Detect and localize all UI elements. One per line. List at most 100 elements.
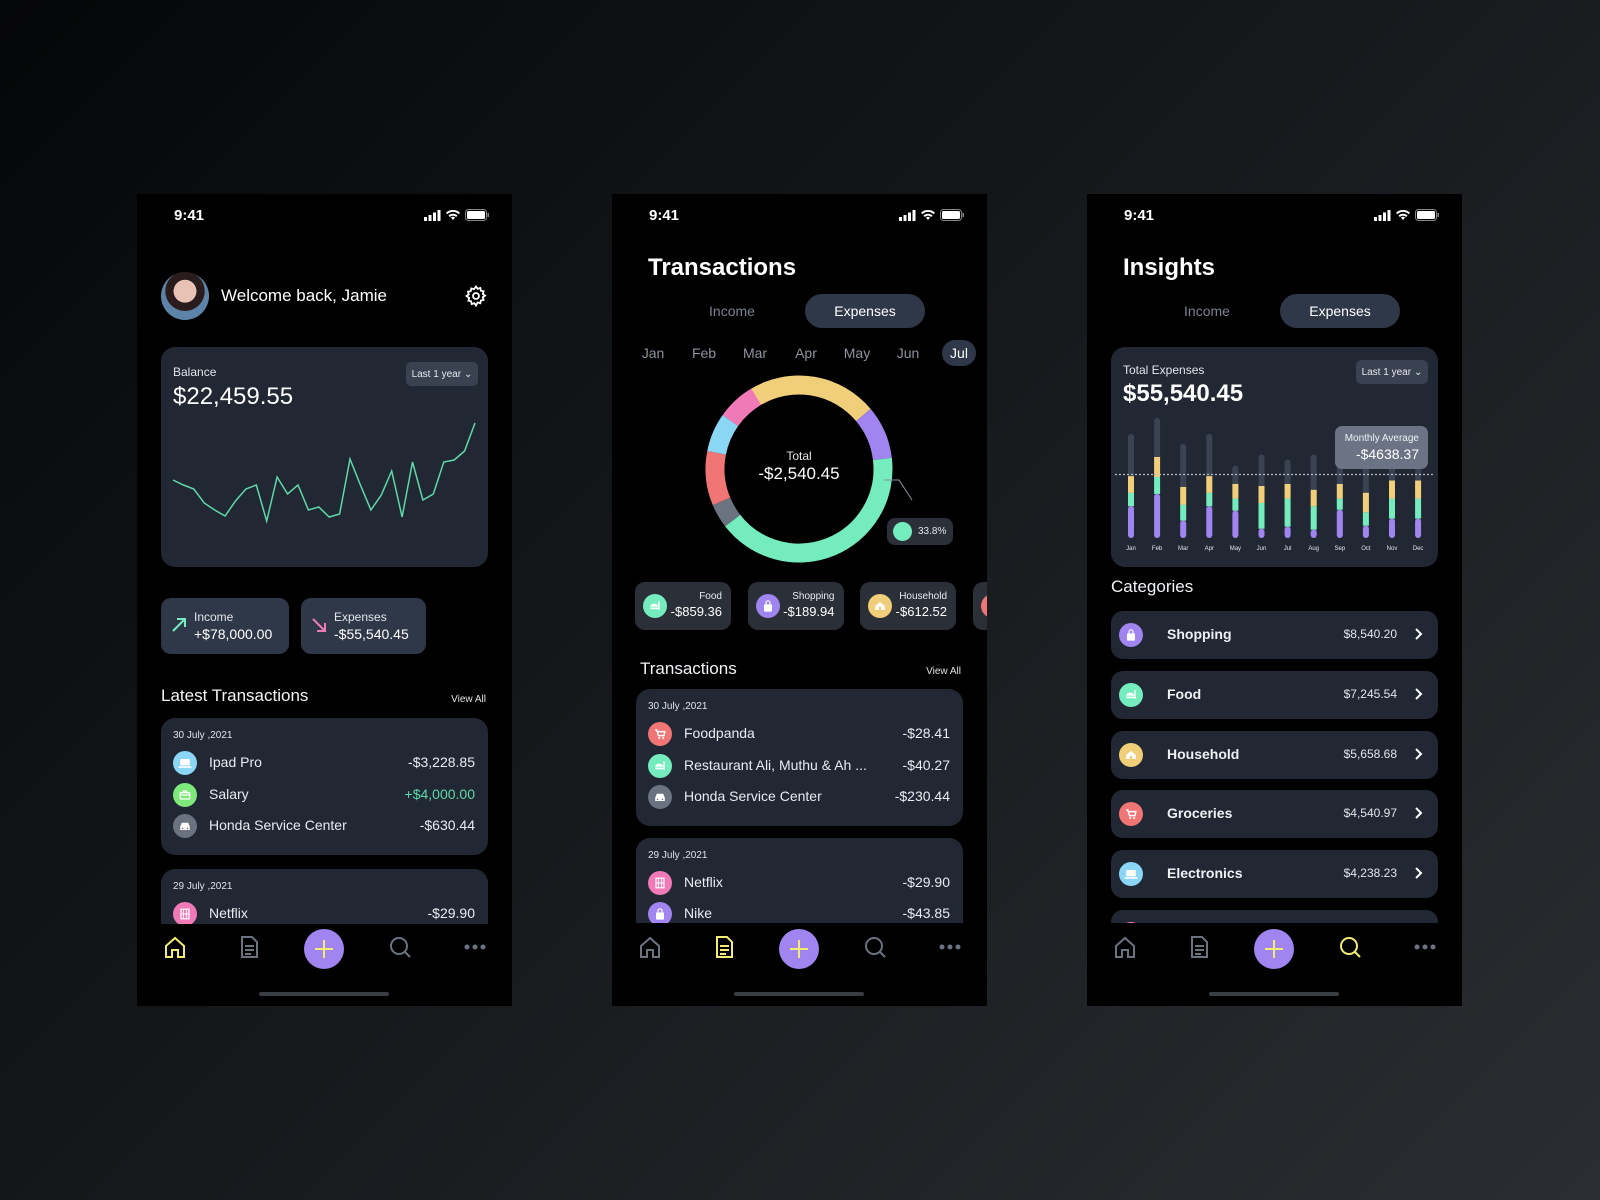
list-item[interactable]: Salary +$4,000.00 — [161, 782, 488, 808]
laptop-icon — [1119, 862, 1143, 887]
category-row[interactable]: Food $7,245.54 — [1111, 670, 1438, 719]
category-row[interactable]: Electronics $4,238.23 — [1111, 850, 1438, 899]
transaction-amount: -$29.90 — [902, 873, 950, 890]
list-item[interactable]: Honda Service Center -$630.44 — [161, 813, 488, 839]
home-icon[interactable] — [1112, 934, 1138, 960]
more-icon[interactable] — [462, 934, 488, 960]
transaction-name: Honda Service Center — [684, 788, 822, 804]
film-icon — [1119, 922, 1143, 923]
group-date: 29 July ,2021 — [648, 849, 708, 861]
list-item[interactable]: Netflix -$29.90 — [636, 870, 963, 896]
category-amount: $7,245.54 — [1343, 686, 1397, 701]
transaction-list: 30 July ,2021 Ipad Pro -$3,228.85 Salary +$4… — [137, 194, 512, 924]
shopping-bag-icon — [1119, 623, 1143, 647]
transaction-amount: -$43.85 — [902, 905, 950, 921]
transaction-amount: -$28.41 — [902, 725, 950, 741]
chevron-right-icon[interactable] — [1414, 687, 1424, 706]
search-icon[interactable] — [1337, 934, 1363, 960]
bottom-nav — [137, 924, 512, 1006]
transaction-amount: -$230.44 — [894, 788, 950, 804]
transaction-amount: -$630.44 — [419, 817, 475, 833]
category-amount: $4,540.97 — [1343, 806, 1397, 821]
laptop-icon — [173, 751, 197, 775]
car-icon — [648, 785, 672, 809]
home-screen: 9:41 Welcome back, Jamie Balance $22,459… — [137, 194, 512, 1006]
add-button[interactable] — [304, 929, 344, 969]
transaction-name: Honda Service Center — [209, 817, 347, 833]
briefcase-icon — [173, 782, 197, 807]
category-name: Electronics — [1167, 865, 1243, 882]
transaction-name: Netflix — [209, 904, 248, 921]
transactions-screen: 9:41 Transactions Income Expenses Jan Feb… — [612, 194, 987, 1006]
group-date: 30 July ,2021 — [648, 701, 708, 712]
home-icon[interactable] — [162, 934, 188, 960]
plus-icon — [790, 940, 808, 958]
car-icon — [173, 814, 197, 838]
transaction-group: 29 July ,2021 Netflix -$29.90 — [161, 868, 488, 924]
category-amount: $8,540.20 — [1343, 627, 1397, 641]
category-amount: $4,238.23 — [1343, 866, 1397, 881]
category-amount: $5,658.68 — [1343, 746, 1397, 761]
category-name: Groceries — [1167, 805, 1233, 822]
list-item[interactable]: Foodpanda -$28.41 — [636, 721, 963, 747]
home-indicator — [1209, 992, 1339, 996]
category-name: Household — [1167, 745, 1240, 762]
document-icon[interactable] — [711, 934, 737, 960]
list-item[interactable]: Honda Service Center -$230.44 — [636, 784, 963, 810]
list-item[interactable]: Ipad Pro -$3,228.85 — [161, 750, 488, 776]
cart-icon — [648, 722, 672, 746]
transaction-name: Ipad Pro — [209, 754, 262, 770]
group-date: 29 July ,2021 — [173, 880, 233, 892]
category-name: Shopping — [1167, 626, 1232, 642]
transaction-name: Netflix — [684, 873, 723, 890]
transaction-name: Restaurant Ali, Muthu & Ah ... — [684, 756, 867, 773]
search-icon[interactable] — [862, 934, 888, 960]
chevron-right-icon[interactable] — [1414, 627, 1424, 646]
transaction-amount: -$29.90 — [427, 904, 475, 921]
add-button[interactable] — [1254, 929, 1294, 969]
category-list: Shopping $8,540.20 Food $7,245.54 Household $… — [1087, 194, 1462, 923]
chevron-right-icon[interactable] — [1414, 747, 1424, 766]
search-icon[interactable] — [387, 934, 413, 960]
food-icon — [648, 753, 672, 778]
plus-icon — [315, 940, 333, 958]
document-icon[interactable] — [236, 934, 262, 960]
insights-screen: 9:41 Insights Income Expenses Total Expe… — [1087, 194, 1462, 1006]
list-item[interactable]: Restaurant Ali, Muthu & Ah ... -$40.27 — [636, 753, 963, 779]
category-row[interactable]: Household $5,658.68 — [1111, 730, 1438, 779]
shopping-bag-icon — [648, 902, 672, 923]
list-item[interactable]: Netflix -$29.90 — [161, 901, 488, 924]
transaction-group: 30 July ,2021 Foodpanda -$28.41 Restaurant … — [636, 689, 963, 826]
transaction-list: 30 July ,2021 Foodpanda -$28.41 Restaurant … — [612, 194, 987, 923]
list-item[interactable]: Nike -$43.85 — [636, 901, 963, 923]
film-icon — [173, 901, 197, 924]
more-icon[interactable] — [1412, 934, 1438, 960]
more-icon[interactable] — [937, 934, 963, 960]
transaction-group: 29 July ,2021 Netflix -$29.90 Nike -$43.85 — [636, 837, 963, 923]
transaction-name: Foodpanda — [684, 725, 755, 741]
transaction-amount: -$3,228.85 — [408, 754, 475, 770]
chevron-right-icon[interactable] — [1414, 806, 1424, 825]
plus-icon — [1265, 940, 1283, 958]
bottom-nav — [612, 924, 987, 1006]
category-row[interactable]: Groceries $4,540.97 — [1111, 790, 1438, 839]
house-icon — [1119, 742, 1143, 767]
home-indicator — [259, 992, 389, 996]
chevron-right-icon[interactable] — [1414, 866, 1424, 885]
category-row[interactable] — [1111, 910, 1438, 923]
transaction-amount: +$4,000.00 — [404, 785, 475, 802]
cart-icon — [1119, 802, 1143, 827]
document-icon[interactable] — [1186, 934, 1212, 960]
bottom-nav — [1087, 924, 1462, 1006]
category-row[interactable]: Shopping $8,540.20 — [1111, 611, 1438, 659]
transaction-group: 30 July ,2021 Ipad Pro -$3,228.85 Salary +$4… — [161, 718, 488, 855]
category-name: Food — [1167, 685, 1202, 702]
transaction-name: Salary — [209, 785, 249, 802]
transaction-name: Nike — [684, 905, 713, 921]
transaction-amount: -$40.27 — [902, 756, 950, 773]
film-icon — [648, 870, 672, 895]
home-icon[interactable] — [637, 934, 663, 960]
food-icon — [1119, 682, 1143, 707]
home-indicator — [734, 992, 864, 996]
add-button[interactable] — [779, 929, 819, 969]
